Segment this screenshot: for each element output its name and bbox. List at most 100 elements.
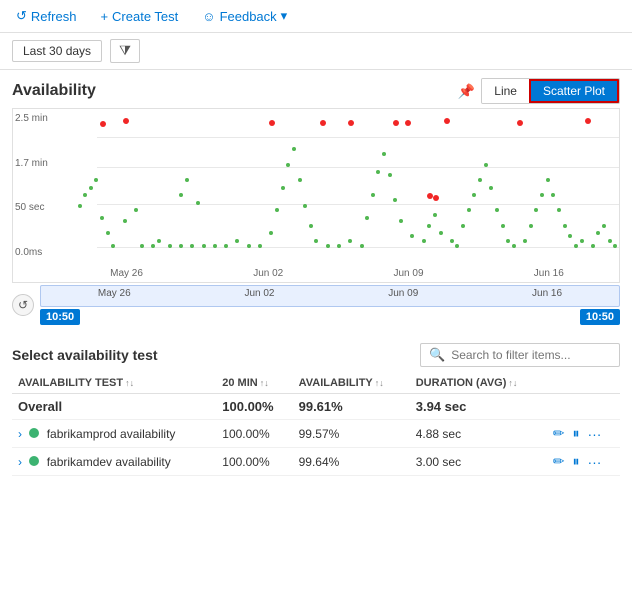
scatter-dot: [580, 239, 584, 243]
filter-button[interactable]: ⧩: [110, 39, 140, 63]
line-view-button[interactable]: Line: [482, 79, 529, 103]
table-row[interactable]: › fabrikamprod availability 100.00% 99.5…: [12, 420, 620, 448]
scatter-dot: [337, 244, 341, 248]
create-test-label: Create Test: [112, 9, 178, 24]
scatter-dot: [348, 120, 354, 126]
scatter-dot: [360, 244, 364, 248]
toolbar: Last 30 days ⧩: [0, 33, 632, 70]
pause-button-1[interactable]: ⏸: [572, 425, 579, 442]
row1-actions: ✏ ⏸ ···: [547, 420, 620, 448]
sort-icon-name[interactable]: ↑↓: [125, 378, 134, 388]
date-range-button[interactable]: Last 30 days: [12, 40, 102, 62]
table-row[interactable]: › fabrikamdev availability 100.00% 99.64…: [12, 448, 620, 476]
search-box[interactable]: 🔍: [420, 343, 620, 367]
scatter-dot: [269, 120, 275, 126]
scatter-dot: [275, 208, 279, 212]
scatter-dot: [501, 224, 505, 228]
row2-actions: ✏ ⏸ ···: [547, 448, 620, 476]
scatter-dot: [405, 120, 411, 126]
scatter-dot: [427, 224, 431, 228]
table-title: Select availability test: [12, 347, 158, 363]
scatter-dot: [151, 244, 155, 248]
create-test-button[interactable]: + Create Test: [96, 7, 182, 26]
scatter-dot: [540, 193, 544, 197]
section-header: Availability 📌 Line Scatter Plot: [12, 78, 620, 104]
more-button-1[interactable]: ···: [587, 426, 601, 442]
chart-controls: 📌 Line Scatter Plot: [458, 78, 620, 104]
scatter-dot: [106, 231, 110, 235]
timeline-bar[interactable]: May 26 Jun 02 Jun 09 Jun 16: [40, 285, 620, 307]
timeline-start-handle[interactable]: 10:50: [40, 309, 80, 325]
scatter-dot: [123, 219, 127, 223]
scatter-dot: [439, 231, 443, 235]
scatter-dot: [303, 204, 307, 208]
scatter-dot: [591, 244, 595, 248]
search-input[interactable]: [451, 348, 611, 362]
sort-icon-20min[interactable]: ↑↓: [260, 378, 269, 388]
col-availability: AVAILABILITY ↑↓: [293, 373, 410, 394]
scatter-dot: [568, 234, 572, 238]
scatter-dot: [371, 193, 375, 197]
overall-availability: 99.61%: [293, 394, 410, 420]
top-bar: ↺ Refresh + Create Test ☺ Feedback ▾: [0, 0, 632, 33]
sort-icon-avail[interactable]: ↑↓: [375, 378, 384, 388]
main-content: Availability 📌 Line Scatter Plot 2.5 min…: [0, 70, 632, 476]
scatter-dot: [422, 239, 426, 243]
overall-20min: 100.00%: [216, 394, 292, 420]
scatter-dot: [523, 239, 527, 243]
reset-icon: ↺: [18, 298, 28, 312]
pause-button-2[interactable]: ⏸: [572, 453, 579, 470]
y-axis-labels: 2.5 min 1.7 min 50 sec 0.0ms: [13, 109, 55, 262]
scatter-dot: [388, 173, 392, 177]
scatter-dot: [196, 201, 200, 205]
x-axis-labels: May 26 Jun 02 Jun 09 Jun 16: [55, 264, 619, 282]
scatter-dot: [506, 239, 510, 243]
view-toggle: Line Scatter Plot: [481, 78, 620, 104]
scatter-dot: [450, 239, 454, 243]
scatter-dot: [309, 224, 313, 228]
smiley-icon: ☺: [202, 9, 215, 24]
scatter-dot: [433, 213, 437, 217]
scatter-dot: [529, 224, 533, 228]
row2-20min: 100.00%: [216, 448, 292, 476]
scatter-dot: [78, 204, 82, 208]
scatter-dot: [202, 244, 206, 248]
edit-button-2[interactable]: ✏: [553, 453, 565, 470]
refresh-button[interactable]: ↺ Refresh: [12, 6, 80, 26]
scatter-dot: [376, 170, 380, 174]
scatter-dot: [410, 234, 414, 238]
gridline-2: [97, 167, 619, 168]
availability-title: Availability: [12, 82, 96, 100]
more-button-2[interactable]: ···: [587, 454, 601, 470]
x-label-3: Jun 16: [534, 268, 564, 279]
scatter-dot: [608, 239, 612, 243]
gridline-4: [97, 247, 619, 248]
expand-icon-1[interactable]: ›: [18, 427, 22, 441]
timeline-labels: May 26 Jun 02 Jun 09 Jun 16: [41, 286, 619, 301]
scatter-dot: [512, 244, 516, 248]
scatter-dot: [179, 193, 183, 197]
timeline-container: ↺ May 26 Jun 02 Jun 09 Jun 16 10:50 10:5…: [12, 285, 620, 335]
sort-icon-duration[interactable]: ↑↓: [508, 378, 517, 388]
scatter-dot: [123, 118, 129, 124]
scatter-dot: [382, 152, 386, 156]
scatter-dot: [563, 224, 567, 228]
feedback-button[interactable]: ☺ Feedback ▾: [198, 6, 291, 26]
x-label-0: May 26: [110, 268, 143, 279]
scatter-dot: [433, 195, 439, 201]
scatter-plot-button[interactable]: Scatter Plot: [529, 79, 619, 103]
scatter-dot: [467, 208, 471, 212]
expand-icon-2[interactable]: ›: [18, 455, 22, 469]
table-section-header: Select availability test 🔍: [12, 343, 620, 367]
pin-button[interactable]: 📌: [458, 83, 475, 100]
pin-icon: 📌: [458, 83, 475, 99]
edit-button-1[interactable]: ✏: [553, 425, 565, 442]
col-duration: DURATION (AVG) ↑↓: [410, 373, 547, 394]
timeline-end-handle[interactable]: 10:50: [580, 309, 620, 325]
scatter-dot: [298, 178, 302, 182]
scatter-dot: [140, 244, 144, 248]
row2-name: › fabrikamdev availability: [12, 448, 216, 476]
scatter-dot: [602, 224, 606, 228]
timeline-handles: 10:50 10:50: [40, 309, 620, 325]
timeline-reset-button[interactable]: ↺: [12, 294, 34, 316]
